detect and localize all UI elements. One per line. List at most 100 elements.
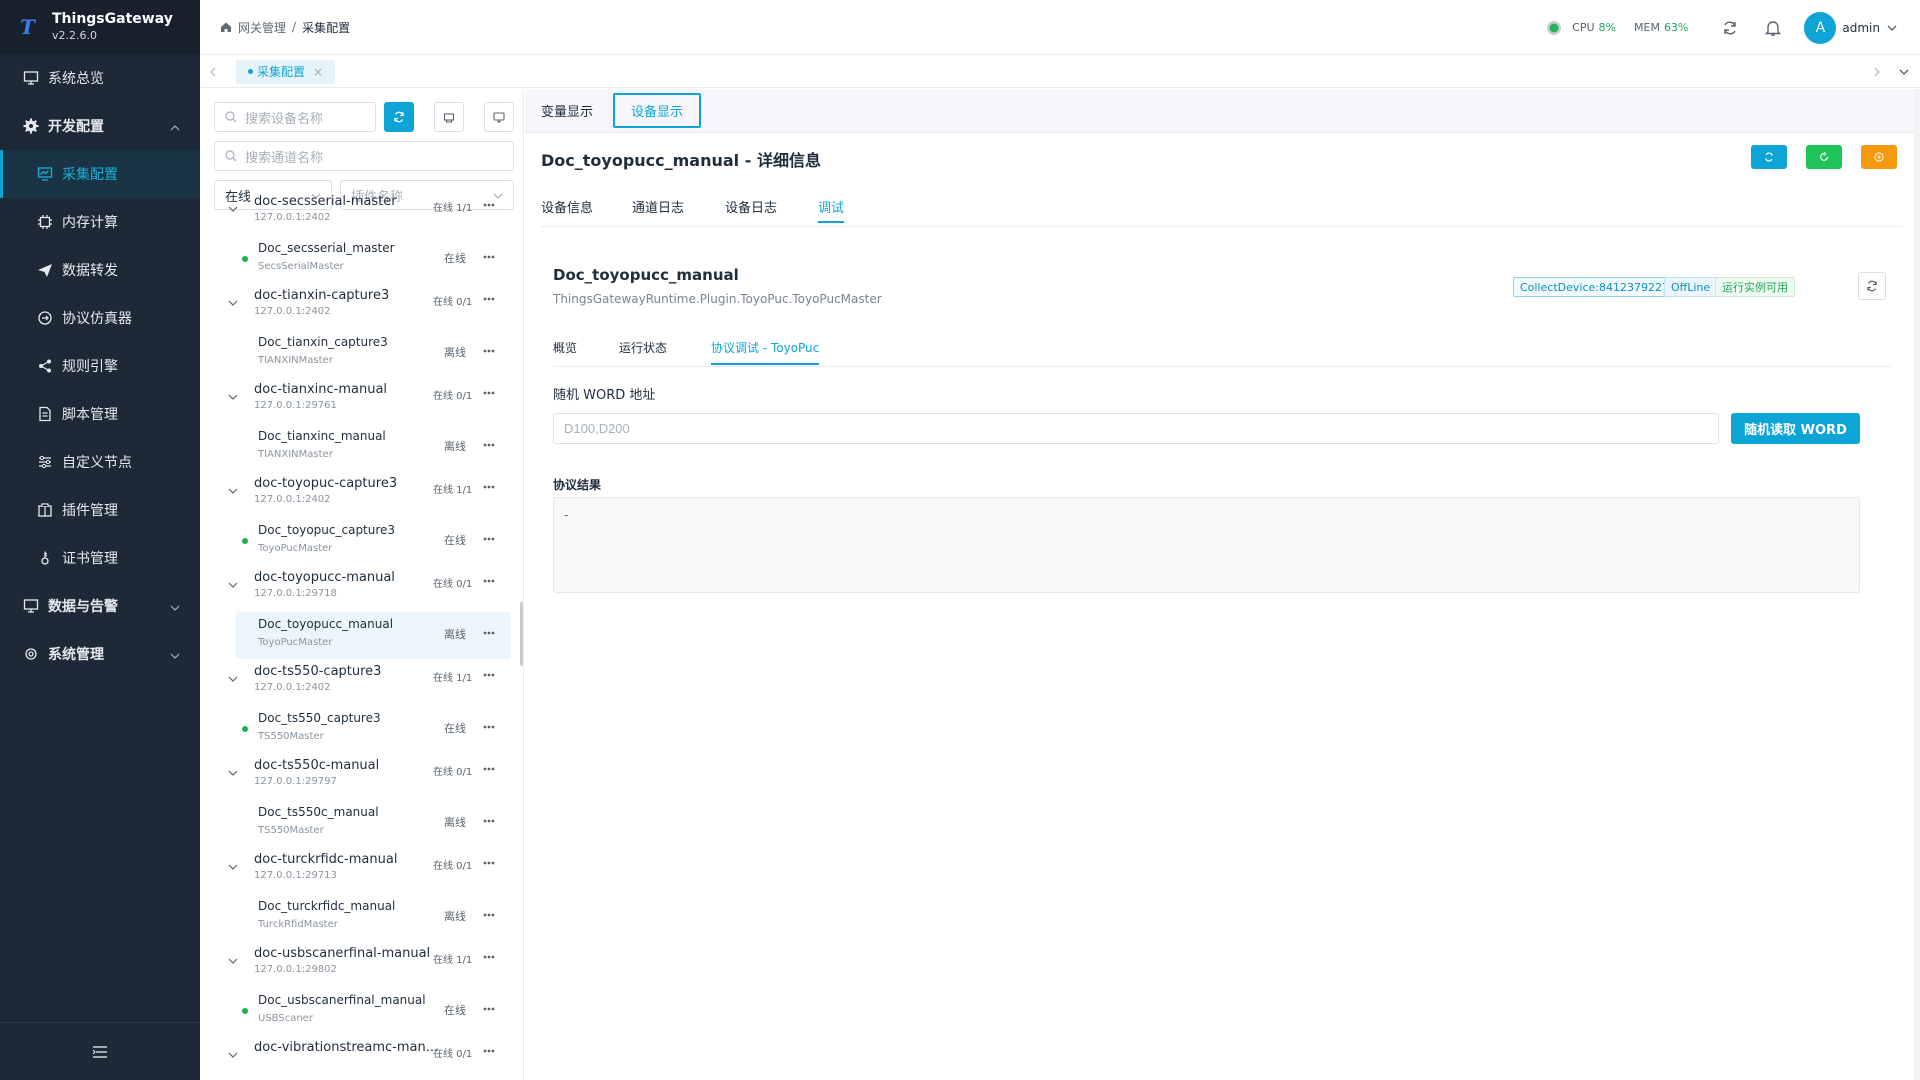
chevron-down-icon[interactable] [228, 765, 238, 781]
tab-debug[interactable]: 调试 [818, 197, 845, 223]
tree-group-row[interactable]: doc-secsserial-master 127.0.0.1:2402 在线 1/… [200, 189, 523, 236]
chevron-down-icon[interactable] [228, 1047, 238, 1063]
tree-device-row[interactable]: Doc_ts550c_manual TS550Master 离线 [200, 800, 523, 847]
chevron-right-icon[interactable] [1872, 67, 1882, 77]
tree-group-row[interactable]: doc-turckrfidc-manual 127.0.0.1:29713 在线 0… [200, 847, 523, 894]
more-icon[interactable] [483, 436, 495, 451]
sidebar-item-0[interactable]: 系统总览 [0, 54, 200, 102]
breadcrumb-item-gateway[interactable]: 网关管理 [238, 19, 286, 36]
refresh-icon[interactable] [1722, 20, 1738, 36]
tab-overview[interactable]: 概览 [553, 339, 577, 356]
tab-device-log[interactable]: 设备日志 [725, 197, 777, 216]
search-channel-input[interactable]: 搜索通道名称 [214, 141, 514, 171]
display-button[interactable] [484, 102, 514, 132]
address-input[interactable]: D100,D200 [553, 413, 1719, 444]
collapse-sidebar-button[interactable] [0, 1022, 200, 1080]
more-icon[interactable] [483, 624, 495, 639]
bell-icon[interactable] [1764, 19, 1782, 37]
more-icon[interactable] [483, 1042, 495, 1057]
pause-device-button[interactable] [1861, 145, 1897, 169]
more-icon[interactable] [483, 530, 495, 545]
tree-group-row[interactable]: doc-vibrationstreamc-man... 在线 0/1 [200, 1035, 523, 1080]
channel-name: doc-vibrationstreamc-man... [254, 1040, 439, 1055]
user-name[interactable]: admin [1842, 21, 1880, 35]
sidebar-item-10[interactable]: 证书管理 [0, 534, 200, 582]
more-icon[interactable] [483, 572, 495, 587]
chevron-down-icon[interactable] [228, 859, 238, 875]
chevron-down-icon[interactable] [228, 483, 238, 499]
tree-device-row[interactable]: Doc_secsserial_master SecsSerialMaster 在线 [200, 236, 523, 283]
app-logo[interactable]: T ThingsGateway v2.2.6.0 [0, 0, 200, 54]
tab-device-view[interactable]: 设备显示 [613, 93, 702, 128]
tree-device-row[interactable]: Doc_tianxinc_manual TIANXINMaster 离线 [200, 424, 523, 471]
more-icon[interactable] [483, 196, 495, 211]
chevron-down-icon[interactable] [1886, 22, 1898, 34]
sidebar-item-6[interactable]: 规则引擎 [0, 342, 200, 390]
tree-group-row[interactable]: doc-tianxin-capture3 127.0.0.1:2402 在线 0/1 [200, 283, 523, 330]
tree-group-row[interactable]: doc-ts550-capture3 127.0.0.1:2402 在线 1/1 [200, 659, 523, 706]
search-device-input[interactable]: 搜索设备名称 [214, 102, 376, 132]
online-count: 在线 0/1 [433, 297, 473, 308]
sidebar-item-5[interactable]: 协议仿真器 [0, 294, 200, 342]
tree-group-row[interactable]: doc-ts550c-manual 127.0.0.1:29797 在线 0/1 [200, 753, 523, 800]
sidebar-item-2[interactable]: 采集配置 [0, 150, 200, 198]
tree-scrollbar[interactable] [520, 602, 523, 666]
restart-device-button[interactable] [1806, 145, 1842, 169]
tree-device-row[interactable]: Doc_usbscanerfinal_manual USBScaner 在线 [200, 988, 523, 1035]
tree-device-row[interactable]: Doc_tianxin_capture3 TIANXINMaster 离线 [200, 330, 523, 377]
tab-protocol-debug[interactable]: 协议调试 - ToyoPuc [711, 339, 820, 365]
tree-group-row[interactable]: doc-toyopucc-manual 127.0.0.1:29718 在线 0/1 [200, 565, 523, 612]
chevron-down-icon[interactable] [1898, 66, 1910, 78]
more-icon[interactable] [483, 342, 495, 357]
tree-device-row[interactable]: Doc_toyopucc_manual ToyoPucMaster 离线 [236, 612, 510, 659]
online-dot-icon [242, 726, 248, 732]
close-icon[interactable]: × [313, 65, 323, 79]
tree-group-row[interactable]: doc-usbscanerfinal-manual 127.0.0.1:29802… [200, 941, 523, 988]
refresh-status-button[interactable] [1858, 272, 1886, 300]
chevron-down-icon[interactable] [228, 201, 238, 217]
more-icon[interactable] [483, 290, 495, 305]
more-icon[interactable] [483, 906, 495, 921]
refresh-device-button[interactable] [1751, 145, 1787, 169]
chevron-down-icon[interactable] [228, 671, 238, 687]
online-count: 在线 0/1 [433, 391, 473, 402]
tree-device-row[interactable]: Doc_turckrfidc_manual TurckRfidMaster 离线 [200, 894, 523, 941]
sidebar-item-12[interactable]: 系统管理 [0, 630, 200, 678]
chevron-down-icon[interactable] [228, 953, 238, 969]
avatar[interactable]: A [1804, 11, 1837, 44]
sidebar-item-7[interactable]: 脚本管理 [0, 390, 200, 438]
more-icon[interactable] [483, 666, 495, 681]
tree-group-row[interactable]: doc-toyopuc-capture3 127.0.0.1:2402 在线 1/1 [200, 471, 523, 518]
chevron-down-icon[interactable] [228, 295, 238, 311]
tab-variable-view[interactable]: 变量显示 [541, 95, 593, 126]
sidebar-item-3[interactable]: 内存计算 [0, 198, 200, 246]
more-icon[interactable] [483, 1000, 495, 1015]
more-icon[interactable] [483, 384, 495, 399]
read-word-button[interactable]: 随机读取 WORD [1731, 413, 1860, 444]
sidebar-item-1[interactable]: 开发配置 [0, 102, 200, 150]
more-icon[interactable] [483, 948, 495, 963]
sidebar-item-11[interactable]: 数据与告警 [0, 582, 200, 630]
more-icon[interactable] [483, 248, 495, 263]
tab-device-info[interactable]: 设备信息 [541, 197, 593, 216]
refresh-tree-button[interactable] [384, 102, 414, 132]
tree-group-row[interactable]: doc-tianxinc-manual 127.0.0.1:29761 在线 0/1 [200, 377, 523, 424]
chevron-down-icon[interactable] [228, 389, 238, 405]
export-button[interactable] [434, 102, 464, 132]
chevron-down-icon[interactable] [228, 577, 238, 593]
more-icon[interactable] [483, 760, 495, 775]
tree-device-row[interactable]: Doc_toyopuc_capture3 ToyoPucMaster 在线 [200, 518, 523, 565]
sidebar-item-8[interactable]: 自定义节点 [0, 438, 200, 486]
content-scrollbar[interactable] [1914, 89, 1920, 1080]
tab-channel-log[interactable]: 通道日志 [632, 197, 684, 216]
tree-device-row[interactable]: Doc_ts550_capture3 TS550Master 在线 [200, 706, 523, 753]
more-icon[interactable] [483, 478, 495, 493]
sidebar-item-9[interactable]: 插件管理 [0, 486, 200, 534]
sidebar-item-4[interactable]: 数据转发 [0, 246, 200, 294]
more-icon[interactable] [483, 718, 495, 733]
tab-collection-config[interactable]: 采集配置 × [236, 59, 336, 84]
chevron-left-icon[interactable] [208, 67, 218, 77]
more-icon[interactable] [483, 812, 495, 827]
tab-run-status[interactable]: 运行状态 [619, 339, 667, 356]
more-icon[interactable] [483, 854, 495, 869]
